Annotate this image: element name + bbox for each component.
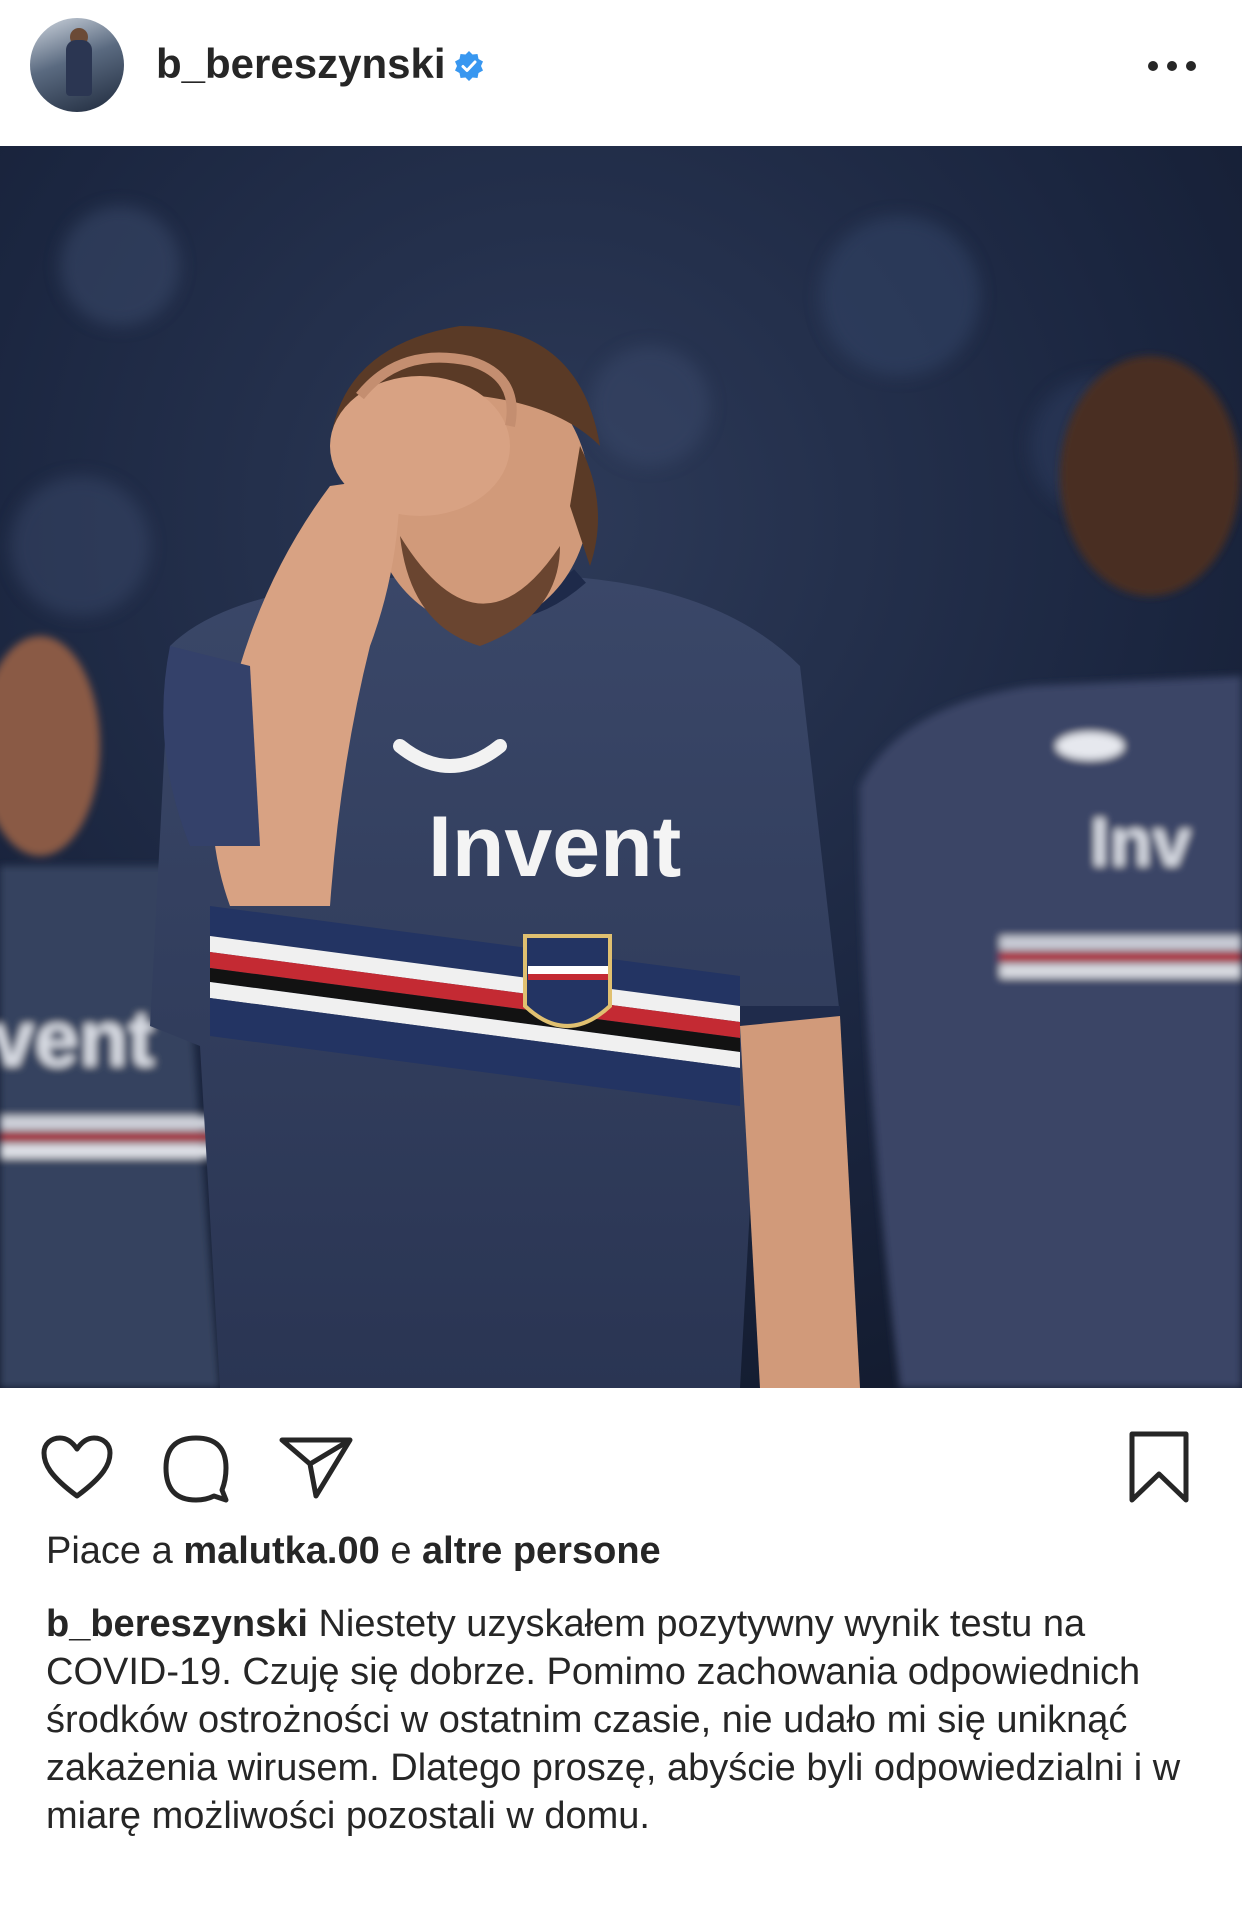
- more-dot: [1167, 61, 1177, 71]
- liker-username[interactable]: malutka.00: [183, 1530, 379, 1572]
- svg-text:vent: vent: [0, 994, 155, 1083]
- more-options-button[interactable]: [1148, 50, 1196, 82]
- verified-badge-icon: [455, 51, 483, 81]
- likes-summary[interactable]: Piace a malutka.00 e altre persone: [46, 1530, 661, 1573]
- post-header: b_bereszynski: [0, 0, 1242, 146]
- username[interactable]: b_bereszynski: [156, 40, 446, 88]
- avatar[interactable]: [30, 18, 124, 112]
- action-bar: [0, 1388, 1242, 1538]
- bookmark-icon[interactable]: [1126, 1430, 1192, 1504]
- post-caption: b_bereszynski Niestety uzyskałem pozytyw…: [46, 1600, 1206, 1840]
- svg-text:Inv: Inv: [1090, 803, 1191, 881]
- likes-prefix: Piace a: [46, 1530, 184, 1572]
- post-photo[interactable]: Inv vent Invent: [0, 146, 1242, 1388]
- likes-middle: e: [379, 1530, 423, 1572]
- more-dot: [1186, 61, 1196, 71]
- comment-icon[interactable]: [160, 1432, 232, 1504]
- likes-others-link[interactable]: altre persone: [422, 1530, 661, 1572]
- more-dot: [1148, 61, 1158, 71]
- jersey-sponsor-text: Invent: [428, 799, 681, 895]
- share-icon[interactable]: [278, 1434, 354, 1500]
- caption-username[interactable]: b_bereszynski: [46, 1603, 308, 1645]
- heart-icon[interactable]: [40, 1434, 114, 1500]
